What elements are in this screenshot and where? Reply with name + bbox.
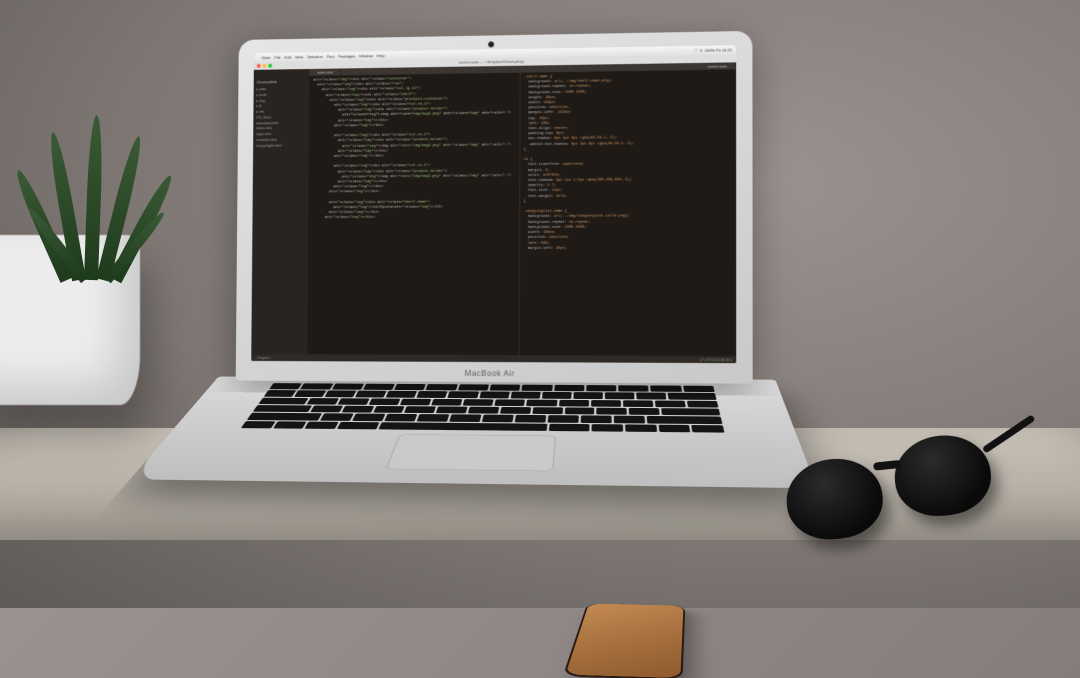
sidebar-item[interactable]: shoppinglist.html (256, 143, 306, 149)
laptop-lid: Atom File Edit View Selection Find Packa… (236, 31, 753, 384)
editor-statusbar: ⌂ Project 1 LF UTF-8 SCSS ⚙ 0 (251, 354, 736, 363)
menubar-item[interactable]: Selection (307, 54, 323, 59)
menubar-item[interactable]: View (295, 54, 303, 59)
editor-area: GroceryWeb ▸ sass ▸ fonts ▸ img ▸ js ▸ c… (251, 69, 736, 356)
sunglasses (780, 418, 1021, 561)
menubar-item[interactable]: Window (359, 53, 373, 58)
menubar-item[interactable]: File (274, 55, 280, 60)
menubar-item[interactable]: Edit (284, 55, 291, 60)
keyboard[interactable] (241, 383, 725, 432)
status-left[interactable]: ⌂ Project 1 (255, 356, 271, 360)
zoom-icon[interactable] (268, 63, 272, 67)
screen: Atom File Edit View Selection Find Packa… (251, 45, 736, 363)
smartphone (565, 604, 683, 678)
minimize-icon[interactable] (262, 63, 266, 67)
traffic-lights[interactable] (257, 63, 272, 67)
menubar-item[interactable]: Find (327, 54, 335, 59)
menubar-item[interactable]: Packages (338, 54, 355, 59)
plant-pot (0, 235, 140, 405)
status-right[interactable]: LF UTF-8 SCSS ⚙ 0 (700, 357, 732, 361)
window-title: screen.scss — ~/Dropbox/Grocery/img (459, 60, 524, 65)
trackpad[interactable] (385, 434, 556, 471)
file-tree[interactable]: GroceryWeb ▸ sass ▸ fonts ▸ img ▸ js ▸ c… (251, 76, 309, 354)
code-pane-scss[interactable]: .shelf-name { background: url(../img/she… (518, 69, 736, 356)
laptop-deck (130, 377, 817, 489)
tab-screen-scss[interactable]: screen.scss (699, 62, 736, 70)
project-root[interactable]: GroceryWeb (257, 79, 307, 86)
menubar-item[interactable]: Help (377, 53, 385, 58)
webcam-icon (488, 41, 494, 47)
close-icon[interactable] (257, 63, 261, 67)
laptop: Atom File Edit View Selection Find Packa… (217, 30, 776, 560)
code-pane-html[interactable]: attr">class="tag"><div attr">class="cont… (307, 73, 519, 355)
menubar-status: ♡ ⏚ 100% Fri 14:22 (694, 47, 732, 54)
menubar-item[interactable]: Atom (262, 55, 271, 60)
